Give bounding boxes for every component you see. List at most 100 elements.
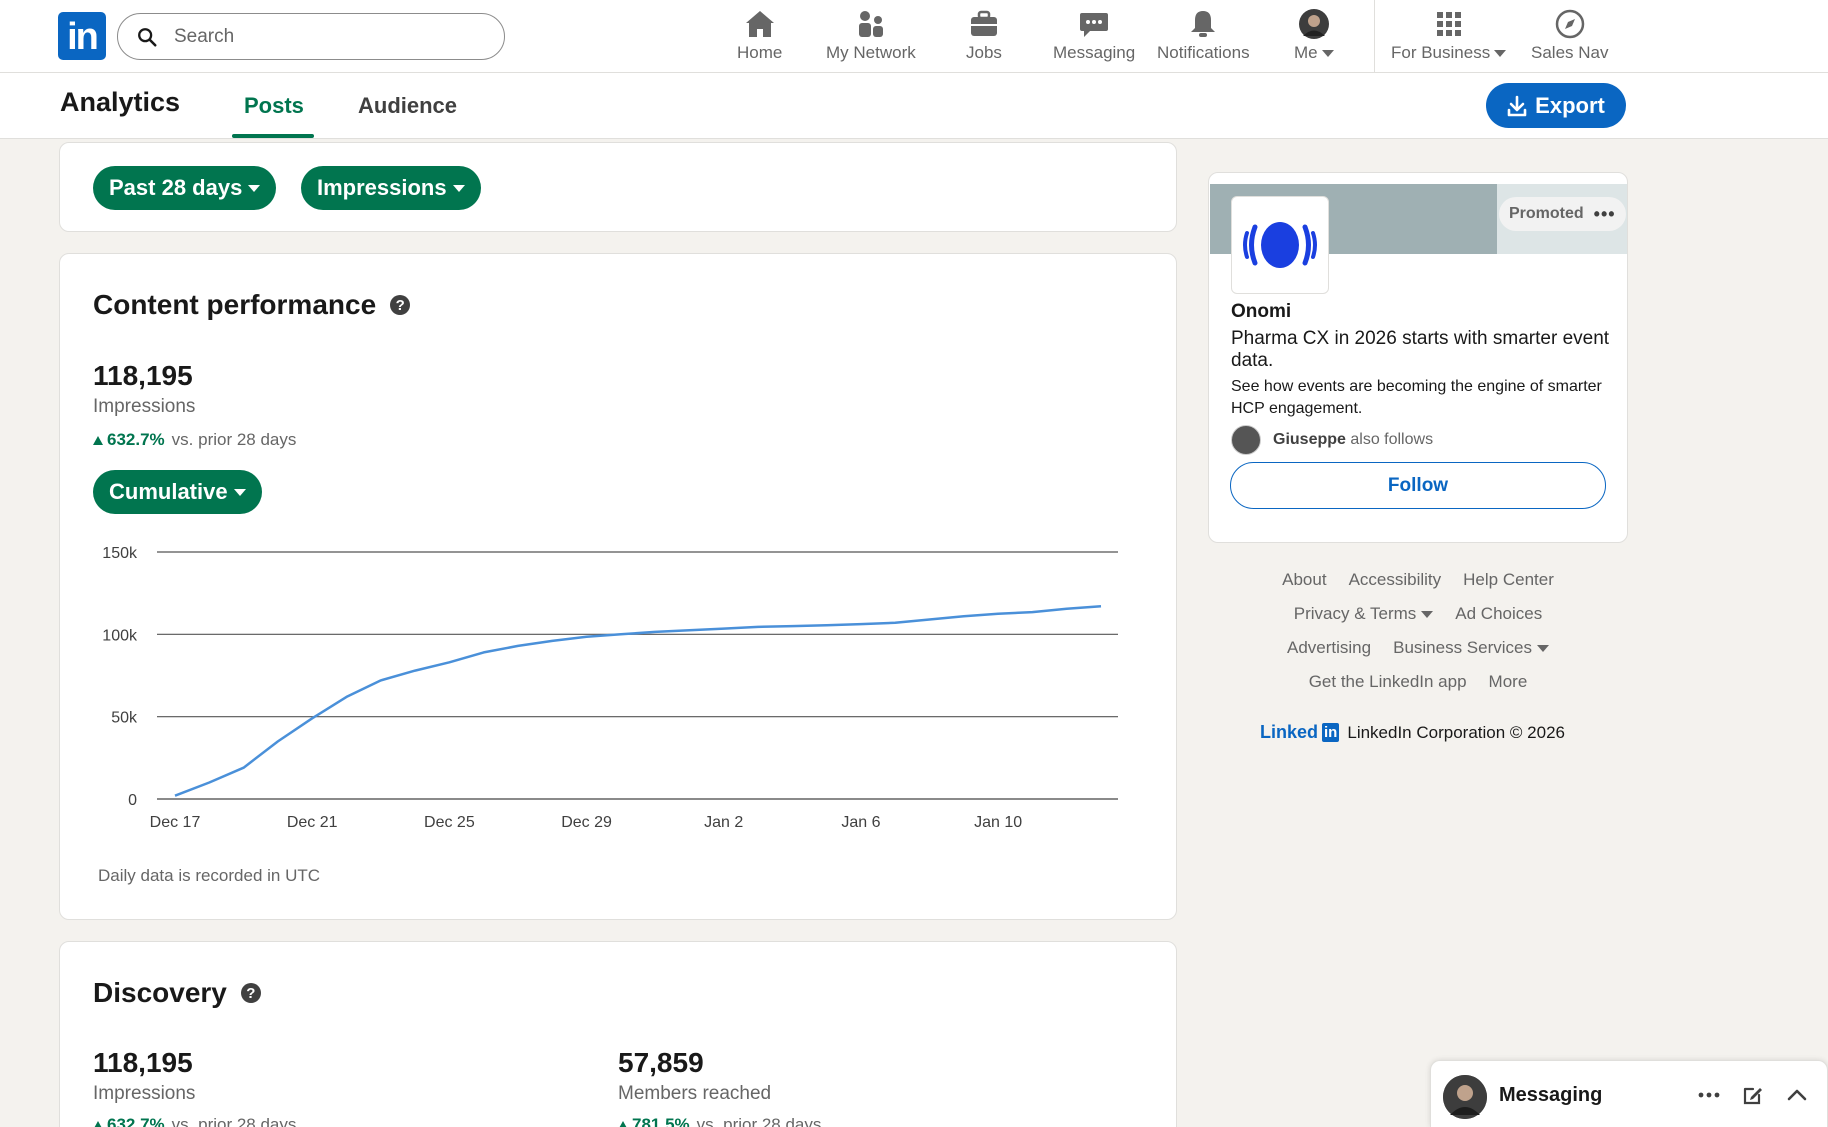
more-options-icon[interactable] bbox=[1695, 1081, 1723, 1109]
compose-icon[interactable] bbox=[1739, 1081, 1767, 1109]
nav-item-messaging[interactable]: Messaging bbox=[1053, 8, 1135, 66]
ad-social-proof: Giuseppe also follows bbox=[1231, 425, 1433, 455]
x-tick-label: Jan 6 bbox=[841, 814, 880, 831]
page-title: Analytics bbox=[60, 87, 181, 117]
ad-description: See how events are becoming the engine o… bbox=[1231, 378, 1602, 417]
tab-audience[interactable]: Audience bbox=[358, 93, 457, 119]
follower-suffix: also follows bbox=[1350, 431, 1434, 448]
metric-dropdown[interactable]: Impressions bbox=[301, 166, 481, 210]
footer-link-advertising[interactable]: Advertising bbox=[1287, 638, 1371, 658]
promoted-label: Promoted bbox=[1509, 205, 1584, 222]
linkedin-logo[interactable]: in bbox=[58, 12, 106, 60]
change-suffix: vs. prior 28 days bbox=[171, 1115, 297, 1127]
filter-card: Past 28 days Impressions bbox=[59, 142, 1177, 232]
date-range-dropdown[interactable]: Past 28 days bbox=[93, 166, 277, 210]
footer-link-ad-choices[interactable]: Ad Choices bbox=[1455, 604, 1542, 624]
footer-link-about[interactable]: About bbox=[1282, 570, 1326, 590]
nav-item-home[interactable]: Home bbox=[737, 8, 782, 66]
members-reached-value: 57,859 bbox=[618, 1047, 704, 1078]
nav-label: My Network bbox=[826, 43, 916, 62]
content-performance-card: Content performance ? 118,195 Impression… bbox=[59, 253, 1177, 920]
y-tick-label: 150k bbox=[102, 545, 138, 562]
analytics-header: Analytics Posts Audience Export bbox=[0, 73, 1828, 139]
bell-icon bbox=[1186, 8, 1220, 40]
nav-label: For Business bbox=[1391, 43, 1491, 62]
discovery-impressions-change: 632.7% vs. prior 28 days bbox=[93, 1115, 296, 1127]
more-options-icon[interactable]: ••• bbox=[1594, 204, 1616, 225]
follow-button[interactable]: Follow bbox=[1230, 462, 1606, 509]
follower-name: Giuseppe bbox=[1273, 431, 1346, 448]
nav-item-me[interactable]: Me bbox=[1294, 8, 1334, 66]
onomi-logo-icon bbox=[1243, 222, 1317, 268]
nav-label: Sales Nav bbox=[1531, 43, 1609, 62]
jobs-icon bbox=[967, 8, 1001, 40]
linkedin-wordmark: Linked bbox=[1260, 722, 1319, 742]
messaging-title: Messaging bbox=[1499, 1084, 1603, 1106]
discovery-impressions-label: Impressions bbox=[93, 1083, 196, 1104]
nav-label: Messaging bbox=[1053, 43, 1136, 62]
export-label: Export bbox=[1535, 92, 1605, 118]
company-logo[interactable] bbox=[1231, 196, 1329, 294]
footer-link-help-center[interactable]: Help Center bbox=[1463, 570, 1554, 590]
footer-link-more[interactable]: More bbox=[1489, 672, 1528, 692]
nav-item-notifications[interactable]: Notifications bbox=[1157, 8, 1250, 66]
network-icon bbox=[854, 8, 888, 40]
x-tick-label: Dec 17 bbox=[150, 814, 201, 831]
ad-company-name[interactable]: Onomi bbox=[1231, 301, 1291, 323]
promoted-ad-card: Promoted ••• Onomi Pharma CX in 2026 sta… bbox=[1208, 172, 1628, 543]
ad-headline: Pharma CX in 2026 starts with smarter ev… bbox=[1231, 328, 1610, 371]
help-icon[interactable]: ? bbox=[240, 983, 261, 1003]
x-tick-label: Jan 10 bbox=[974, 814, 1022, 831]
date-range-label: Past 28 days bbox=[109, 175, 243, 200]
grid-icon bbox=[1432, 8, 1466, 40]
members-reached-label: Members reached bbox=[618, 1083, 772, 1104]
y-tick-label: 100k bbox=[102, 627, 138, 644]
search-bar[interactable] bbox=[117, 13, 505, 60]
chevron-down-icon bbox=[248, 184, 261, 192]
y-tick-label: 50k bbox=[111, 710, 138, 727]
messaging-overlay[interactable]: Messaging bbox=[1430, 1060, 1828, 1127]
chevron-down-icon bbox=[1494, 49, 1507, 57]
footer-link-label: Business Services bbox=[1393, 638, 1532, 657]
nav-label: Me bbox=[1294, 43, 1318, 62]
members-reached-change: 781.5% vs. prior 28 days bbox=[618, 1115, 821, 1127]
messaging-icon bbox=[1077, 8, 1111, 40]
footer-link-get-app[interactable]: Get the LinkedIn app bbox=[1309, 672, 1467, 692]
nav-item-for-business[interactable]: For Business bbox=[1391, 8, 1507, 66]
chevron-down-icon bbox=[1421, 610, 1434, 618]
footer-link-business-services[interactable]: Business Services bbox=[1393, 638, 1549, 658]
discovery-impressions-value: 118,195 bbox=[93, 1047, 193, 1078]
footer-link-accessibility[interactable]: Accessibility bbox=[1349, 570, 1442, 590]
copyright-text: LinkedIn Corporation © 2026 bbox=[1347, 722, 1565, 742]
x-tick-label: Dec 21 bbox=[287, 814, 338, 831]
change-percent: 781.5% bbox=[632, 1115, 690, 1127]
chevron-up-icon[interactable] bbox=[1783, 1081, 1811, 1109]
avatar bbox=[1443, 1075, 1487, 1119]
search-input[interactable] bbox=[174, 25, 474, 48]
discovery-card: Discovery ? 118,195 Impressions 632.7% v… bbox=[59, 941, 1177, 1127]
nav-item-my-network[interactable]: My Network bbox=[826, 8, 916, 66]
section-title: Discovery bbox=[93, 977, 227, 1008]
home-icon bbox=[743, 8, 777, 40]
search-icon bbox=[138, 27, 157, 47]
nav-item-sales-nav[interactable]: Sales Nav bbox=[1531, 8, 1608, 66]
change-suffix: vs. prior 28 days bbox=[696, 1115, 822, 1127]
footer-link-label: Privacy & Terms bbox=[1293, 604, 1417, 623]
chevron-down-icon bbox=[1321, 49, 1334, 57]
chevron-down-icon bbox=[1537, 644, 1549, 652]
change-percent: 632.7% bbox=[107, 1115, 165, 1127]
nav-item-jobs[interactable]: Jobs bbox=[966, 8, 1002, 66]
x-tick-label: Dec 25 bbox=[424, 814, 475, 831]
tab-posts[interactable]: Posts bbox=[244, 93, 304, 119]
linkedin-logo-box: in bbox=[1322, 723, 1340, 742]
nav-divider bbox=[1374, 0, 1375, 73]
export-button[interactable]: Export bbox=[1486, 83, 1626, 128]
download-icon bbox=[1507, 95, 1527, 116]
metric-label: Impressions bbox=[317, 175, 447, 200]
trend-up-icon bbox=[93, 1120, 103, 1127]
nav-label: Home bbox=[737, 43, 783, 62]
chart-footnote: Daily data is recorded in UTC bbox=[98, 866, 321, 885]
x-tick-label: Dec 29 bbox=[561, 814, 612, 831]
footer-link-privacy-terms[interactable]: Privacy & Terms bbox=[1294, 604, 1434, 624]
avatar bbox=[1231, 425, 1261, 455]
